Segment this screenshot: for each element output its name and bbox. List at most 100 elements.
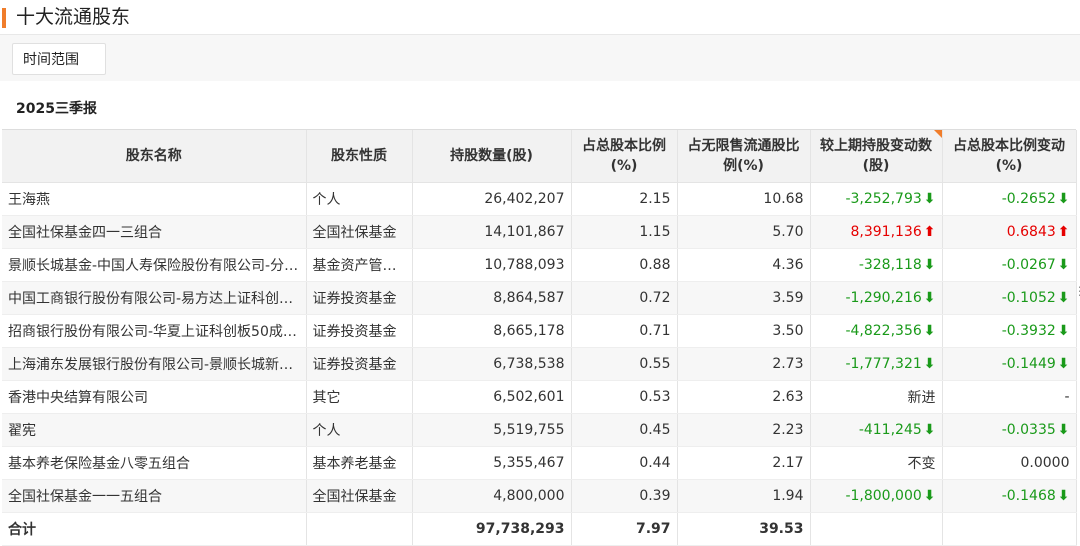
pct-change-cell: 0.6843 ⬆ — [942, 215, 1077, 249]
shares-change-cell: 新进 — [810, 380, 943, 414]
shares-change-cell: 不变 — [810, 446, 943, 480]
table-row[interactable]: 全国社保基金一一五组合 全国社保基金 4,800,000 0.39 1.94 -1,800… — [2, 479, 1077, 513]
holder-type: 个人 — [312, 192, 341, 208]
holder-type-cell: 全国社保基金 — [306, 215, 413, 249]
pct-float-cell: 4.36 — [677, 248, 811, 282]
col-header-pct-float[interactable]: 占无限售流通股比例(%) — [677, 130, 811, 183]
pct-change: -0.1449 — [1001, 356, 1056, 372]
holder-name: 景顺长城基金-中国人寿保险股份有限公司-分… — [8, 258, 299, 274]
holder-name-cell: 中国工商银行股份有限公司-易方达上证科创… — [2, 281, 307, 315]
total-label: 合计 — [2, 512, 307, 546]
section-header: 十大流通股东 — [0, 0, 1080, 35]
pct-float: 2.17 — [772, 455, 804, 471]
shares-change: -1,290,216 — [845, 290, 922, 306]
holder-name-cell: 上海浦东发展银行股份有限公司-景顺长城新… — [2, 347, 307, 381]
holder-type-cell: 基金资产管… — [306, 248, 413, 282]
holder-name-cell: 基本养老保险基金八零五组合 — [2, 446, 307, 480]
col-header-name[interactable]: 股东名称 — [2, 130, 307, 183]
table-row[interactable]: 景顺长城基金-中国人寿保险股份有限公司-分… 基金资产管… 10,788,093 0.… — [2, 248, 1077, 282]
pct-float: 5.70 — [772, 224, 804, 240]
shares-held-cell: 14,101,867 — [412, 215, 572, 249]
holder-type-cell: 证券投资基金 — [306, 281, 413, 315]
table-row[interactable]: 基本养老保险基金八零五组合 基本养老基金 5,355,467 0.44 2.17 不变 0.… — [2, 446, 1077, 480]
holder-name-cell: 景顺长城基金-中国人寿保险股份有限公司-分… — [2, 248, 307, 282]
col-header-pct-total[interactable]: 占总股本比例(%) — [571, 130, 678, 183]
shares-held-cell: 8,665,178 — [412, 314, 572, 348]
pct-change-cell: 0.0000 — [942, 446, 1077, 480]
holders-table-wrap: 股东名称 股东性质 持股数量(股) 占总股本比例(%) 占无限售流通股比例(%)… — [2, 129, 1077, 546]
shares-held: 14,101,867 — [484, 224, 565, 240]
holder-name-cell: 翟宪 — [2, 413, 307, 447]
col-header-shares[interactable]: 持股数量(股) — [412, 130, 572, 183]
holder-name: 全国社保基金四一三组合 — [8, 225, 162, 241]
table-row[interactable]: 香港中央结算有限公司 其它 6,502,601 0.53 2.63 新进 - — [2, 380, 1077, 414]
pct-total-cell: 0.39 — [571, 479, 678, 513]
holder-name: 全国社保基金一一五组合 — [8, 489, 162, 505]
holder-type: 证券投资基金 — [312, 357, 397, 373]
shares-change-cell: 8,391,136 ⬆ — [810, 215, 943, 249]
pct-change-cell: -0.2652 ⬇ — [942, 182, 1077, 216]
pct-float-cell: 2.23 — [677, 413, 811, 447]
shares-held: 10,788,093 — [484, 257, 565, 273]
shares-change: -3,252,793 — [845, 191, 922, 207]
pct-total-cell: 0.45 — [571, 413, 678, 447]
arrow-down-icon: ⬇ — [923, 422, 936, 438]
table-row[interactable]: 全国社保基金四一三组合 全国社保基金 14,101,867 1.15 5.70 8,391… — [2, 215, 1077, 249]
pct-total: 0.88 — [639, 257, 671, 273]
pct-change: - — [1064, 389, 1070, 405]
pct-total: 0.72 — [639, 290, 671, 306]
pct-total-cell: 2.15 — [571, 182, 678, 216]
pct-float: 1.94 — [772, 488, 804, 504]
pct-float-cell: 3.50 — [677, 314, 811, 348]
pct-float-cell: 2.63 — [677, 380, 811, 414]
table-row[interactable]: 招商银行股份有限公司-华夏上证科创板50成… 证券投资基金 8,665,178 0.7… — [2, 314, 1077, 348]
holder-type: 个人 — [312, 423, 341, 439]
sort-corner-icon — [933, 130, 942, 138]
pct-total-cell: 1.15 — [571, 215, 678, 249]
shares-change-cell: -4,822,356 ⬇ — [810, 314, 943, 348]
table-row[interactable]: 翟宪 个人 5,519,755 0.45 2.23 -411,245 ⬇ -0.0335 ⬇ — [2, 413, 1077, 447]
pct-change: -0.1052 — [1001, 290, 1056, 306]
holder-type: 全国社保基金 — [312, 225, 397, 241]
pct-float-cell: 2.73 — [677, 347, 811, 381]
holder-type-cell: 个人 — [306, 413, 413, 447]
table-row[interactable]: 上海浦东发展银行股份有限公司-景顺长城新… 证券投资基金 6,738,538 0.55… — [2, 347, 1077, 381]
total-shares: 97,738,293 — [412, 512, 572, 546]
pct-float-cell: 3.59 — [677, 281, 811, 315]
holder-name: 香港中央结算有限公司 — [8, 390, 148, 406]
shares-held: 5,355,467 — [493, 455, 565, 471]
holder-type: 全国社保基金 — [312, 489, 397, 505]
shares-held-cell: 5,519,755 — [412, 413, 572, 447]
table-row[interactable]: 王海燕 个人 26,402,207 2.15 10.68 -3,252,793 ⬇ -0.26… — [2, 182, 1077, 216]
pct-change: -0.2652 — [1001, 191, 1056, 207]
holder-name: 基本养老保险基金八零五组合 — [8, 456, 190, 472]
pct-change-cell: -0.0335 ⬇ — [942, 413, 1077, 447]
table-row[interactable]: 中国工商银行股份有限公司-易方达上证科创… 证券投资基金 8,864,587 0.72… — [2, 281, 1077, 315]
scroll-handle-icon[interactable]: ⋮ — [1074, 285, 1080, 297]
arrow-down-icon: ⬇ — [1057, 290, 1070, 306]
pct-float: 2.63 — [772, 389, 804, 405]
holder-type: 其它 — [312, 390, 341, 406]
arrow-down-icon: ⬇ — [923, 257, 936, 273]
shares-held: 26,402,207 — [484, 191, 565, 207]
total-pct-total: 7.97 — [571, 512, 678, 546]
pct-float: 3.50 — [772, 323, 804, 339]
filter-area: 时间范围 — [0, 35, 1080, 81]
holder-type: 证券投资基金 — [312, 324, 397, 340]
holder-name-cell: 招商银行股份有限公司-华夏上证科创板50成… — [2, 314, 307, 348]
arrow-down-icon: ⬇ — [923, 356, 936, 372]
arrow-down-icon: ⬇ — [1057, 323, 1070, 339]
holder-type: 证券投资基金 — [312, 291, 397, 307]
pct-change: 0.0000 — [1020, 455, 1070, 471]
col-header-change[interactable]: 较上期持股变动数(股) — [810, 130, 943, 183]
col-header-type[interactable]: 股东性质 — [306, 130, 413, 183]
col-header-change-pct[interactable]: 占总股本比例变动(%) — [942, 130, 1077, 183]
holder-type-cell: 证券投资基金 — [306, 347, 413, 381]
holder-name-cell: 王海燕 — [2, 182, 307, 216]
total-pct-float: 39.53 — [677, 512, 811, 546]
time-range-button[interactable]: 时间范围 — [12, 43, 106, 75]
shares-change: -411,245 — [858, 422, 922, 438]
total-type-empty — [306, 512, 413, 546]
arrow-down-icon: ⬇ — [1057, 257, 1070, 273]
pct-change-cell: -0.1052 ⬇ — [942, 281, 1077, 315]
